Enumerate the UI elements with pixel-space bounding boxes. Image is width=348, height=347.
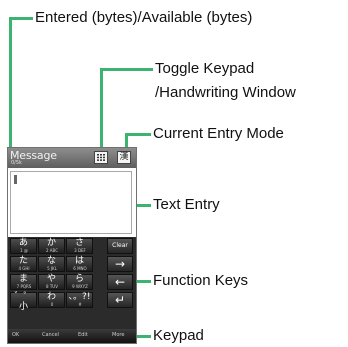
label-text-entry: Text Entry (153, 196, 220, 213)
key-dakuten[interactable]: ゛゜小 * (10, 292, 37, 312)
key-a[interactable]: あ1 @ (10, 238, 37, 254)
key-ma[interactable]: ま7 PQRS (10, 274, 37, 290)
callout-line-entered-v (9, 17, 12, 149)
enter-icon[interactable]: ↵ (107, 292, 133, 308)
key-ka[interactable]: か2 ABC (38, 238, 65, 254)
title-bar: Message 0/5k 漢 (8, 148, 136, 168)
softkey-edit[interactable]: Edit (78, 332, 88, 338)
key-ha[interactable]: は6 MNO (66, 256, 93, 272)
keypad: あ1 @ か2 ABC さ3 DEF た4 GHI な5 JKL は6 MNO … (8, 237, 136, 343)
key-na[interactable]: な5 JKL (38, 256, 65, 272)
byte-counter: 0/5k (11, 160, 22, 166)
softkey-cancel[interactable]: Cancel (42, 332, 59, 338)
key-ra[interactable]: ら9 WXYZ (66, 274, 93, 290)
label-current-entry-mode: Current Entry Mode (153, 125, 284, 142)
key-sa[interactable]: さ3 DEF (66, 238, 93, 254)
callout-line-toggle-h (100, 68, 153, 71)
key-punctuation[interactable]: 、。?! # (66, 292, 93, 308)
key-ya[interactable]: や8 TUV (38, 274, 65, 290)
arrow-left-icon[interactable]: ← (107, 274, 133, 290)
callout-line-entered-h (9, 17, 33, 20)
label-handwriting-window: /Handwriting Window (155, 84, 296, 101)
key-ta[interactable]: た4 GHI (10, 256, 37, 272)
softkey-more[interactable]: More (112, 332, 124, 338)
label-toggle-keypad: Toggle Keypad (155, 60, 255, 77)
phone-screen: Message 0/5k 漢 あ1 @ か2 ABC さ3 DEF た4 GHI… (7, 147, 137, 344)
keypad-grid-icon (97, 154, 105, 161)
callout-line-mode-h (125, 133, 151, 136)
callout-line-toggle-v (100, 68, 103, 150)
label-entered-available: Entered (bytes)/Available (bytes) (35, 9, 253, 26)
text-entry-field[interactable] (10, 171, 132, 234)
clear-button[interactable]: Clear (107, 238, 133, 254)
label-keypad: Keypad (153, 327, 204, 344)
label-function-keys: Function Keys (153, 272, 249, 289)
toggle-keypad-button[interactable] (94, 151, 108, 164)
key-wa[interactable]: わ0 (38, 292, 65, 308)
arrow-right-icon[interactable]: → (107, 256, 133, 272)
text-cursor (14, 175, 17, 184)
entry-mode-button[interactable]: 漢 (117, 151, 131, 164)
softkey-bar: OK Cancel Edit More (8, 329, 136, 343)
softkey-ok[interactable]: OK (12, 332, 19, 338)
